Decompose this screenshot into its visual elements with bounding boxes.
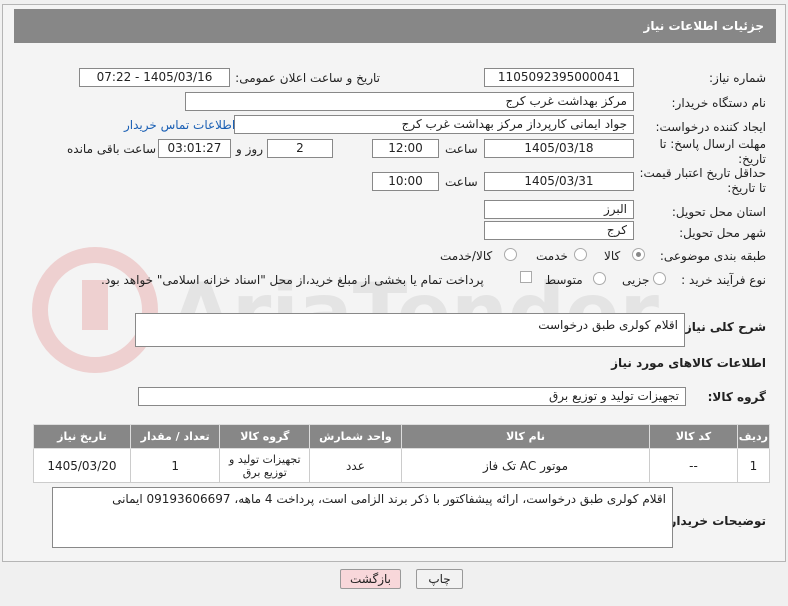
category-option-goods: کالا — [604, 249, 621, 263]
col-date-header: تاریخ نیاز — [33, 424, 131, 449]
deadline-time-label: ساعت — [445, 142, 478, 156]
buyer-label: نام دستگاه خریدار: — [671, 96, 767, 110]
col-name-header: نام کالا — [400, 424, 651, 449]
treasury-note: پرداخت تمام یا بخشی از مبلغ خرید،از محل … — [101, 273, 484, 287]
process-option-medium: متوسط — [545, 273, 583, 287]
deadline-label: مهلت ارسال پاسخ: تا — [659, 137, 766, 151]
goods-table: ردیف کد کالا نام کالا واحد شمارش گروه کا… — [33, 424, 771, 483]
buyer-notes-label: توضیحات خریدار: — [664, 514, 766, 528]
category-label: طبقه بندی موضوعی: — [659, 249, 766, 263]
creator-field: جواد ایمانی کارپرداز مرکز بهداشت غرب کرج — [234, 115, 634, 134]
province-field: البرز — [484, 200, 634, 219]
category-radio-service[interactable] — [574, 248, 587, 261]
validity-time-field: 10:00 — [372, 172, 439, 191]
remaining-time-field: 03:01:27 — [158, 139, 231, 158]
table-row[interactable]: 1 -- موتور AC تک فاز عدد تجهیزات تولید و… — [33, 448, 771, 483]
col-row-header: ردیف — [736, 424, 771, 449]
announce-field: 1405/03/16 - 07:22 — [79, 68, 230, 87]
table-header-row: ردیف کد کالا نام کالا واحد شمارش گروه کا… — [33, 424, 771, 449]
category-radio-goods[interactable] — [632, 248, 645, 261]
cell-qty: 1 — [129, 448, 221, 483]
back-button[interactable]: بازگشت — [340, 569, 401, 589]
city-label: شهر محل تحویل: — [679, 226, 766, 240]
category-radio-both[interactable] — [504, 248, 517, 261]
contact-info-link[interactable]: اطلاعات تماس خریدار — [124, 118, 235, 132]
cell-code: -- — [649, 448, 738, 483]
remaining-label: ساعت باقی مانده — [67, 142, 157, 156]
creator-label: ایجاد کننده درخواست: — [655, 120, 766, 134]
treasury-checkbox[interactable] — [520, 271, 532, 283]
cell-unit: عدد — [309, 448, 402, 483]
cell-name: موتور AC تک فاز — [400, 448, 651, 483]
validity-label: حداقل تاریخ اعتبار قیمت: — [639, 166, 766, 180]
goods-group-label: گروه کالا: — [707, 390, 766, 404]
description-textarea[interactable]: اقلام کولری طبق درخواست — [135, 313, 685, 347]
cell-row: 1 — [736, 448, 771, 483]
goods-group-field: تجهیزات تولید و توزیع برق — [138, 387, 686, 406]
validity-label-2: تا تاریخ: — [727, 181, 766, 195]
cell-date: 1405/03/20 — [33, 448, 131, 483]
need-number-label: شماره نیاز: — [709, 71, 766, 85]
days-label: روز و — [236, 142, 263, 156]
col-unit-header: واحد شمارش — [309, 424, 402, 449]
page-title: جزئیات اطلاعات نیاز — [14, 9, 776, 43]
category-option-service: خدمت — [536, 249, 568, 263]
description-label: شرح کلی نیاز: — [680, 320, 766, 334]
process-radio-medium[interactable] — [593, 272, 606, 285]
validity-time-label: ساعت — [445, 175, 478, 189]
process-label: نوع فرآیند خرید : — [681, 273, 766, 287]
need-number-field: 1105092395000041 — [484, 68, 634, 87]
print-button[interactable]: چاپ — [416, 569, 463, 589]
buyer-notes-textarea[interactable]: اقلام کولری طبق درخواست، ارائه پیشفاکتور… — [52, 487, 673, 548]
goods-info-title: اطلاعات کالاهای مورد نیاز — [611, 356, 766, 370]
col-code-header: کد کالا — [649, 424, 738, 449]
validity-date-field: 1405/03/31 — [484, 172, 634, 191]
deadline-label-2: تاریخ: — [738, 152, 766, 166]
deadline-time-field: 12:00 — [372, 139, 439, 158]
col-qty-header: تعداد / مقدار — [129, 424, 221, 449]
process-option-minor: جزیی — [622, 273, 650, 287]
province-label: استان محل تحویل: — [671, 205, 766, 219]
cell-group: تجهیزات تولید و توزیع برق — [219, 448, 311, 483]
deadline-date-field: 1405/03/18 — [484, 139, 634, 158]
buyer-field: مرکز بهداشت غرب کرج — [185, 92, 634, 111]
city-field: کرج — [484, 221, 634, 240]
days-field: 2 — [267, 139, 333, 158]
col-group-header: گروه کالا — [219, 424, 311, 449]
category-option-both: کالا/خدمت — [440, 249, 493, 263]
process-radio-minor[interactable] — [653, 272, 666, 285]
announce-label: تاریخ و ساعت اعلان عمومی: — [235, 71, 380, 85]
